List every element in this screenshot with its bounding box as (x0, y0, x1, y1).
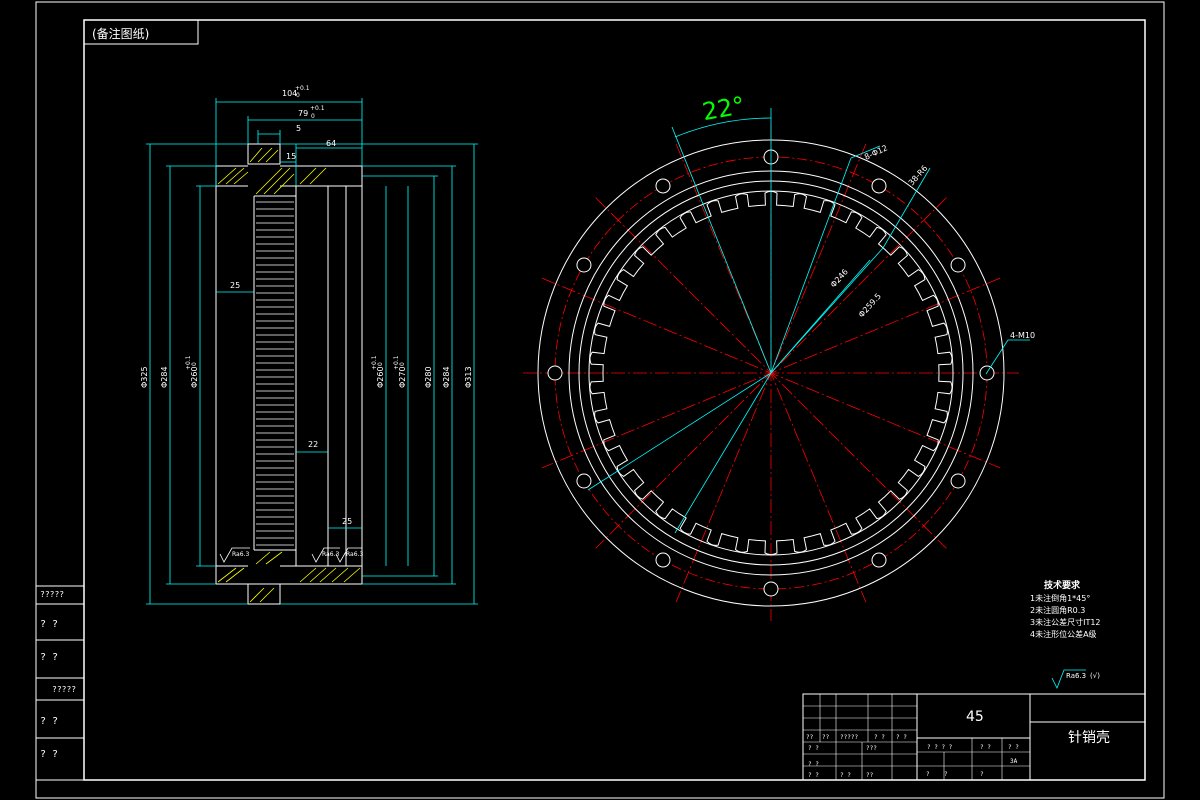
dim-5: 5 (296, 124, 301, 133)
side-label-2: ? ? (40, 619, 58, 630)
svg-text:0: 0 (311, 113, 315, 120)
material-label: 45 (966, 709, 984, 725)
roughness-3: Ra6.3 (346, 551, 363, 558)
cad-drawing: (备注图纸) ????? ? ? ? ? ????? ? ? ? ? 104 +… (35, 1, 1165, 799)
tb-cell-18: 3A (1010, 758, 1018, 765)
tb-cell-9: ? ? ? ? (927, 744, 953, 751)
tb-cell-17: ? (980, 771, 984, 778)
tb-cell-1: ?? (806, 734, 814, 741)
callout-8-holes: 8-Φ12 (863, 143, 889, 161)
dim-22: 22 (308, 440, 318, 449)
bolt-hole (547, 365, 563, 381)
tb-cell-2: ?? (822, 734, 830, 741)
bolt-hole (576, 473, 592, 489)
tb-cell-13: ? ? (840, 772, 851, 779)
front-view: 22° 8-Φ12 38-R6 Φ246 Φ259.5 4-M10 (523, 91, 1035, 621)
tb-cell-4: ? ? (874, 734, 885, 741)
svg-text:0: 0 (296, 92, 300, 99)
part-name: 针销壳 (1068, 729, 1110, 746)
dim-d313: Φ313 (464, 366, 473, 388)
tb-cell-8: ? ? (808, 761, 819, 768)
callout-d259: Φ259.5 (857, 292, 883, 320)
dim-64: 64 (326, 139, 336, 148)
dim-d325: Φ325 (140, 366, 149, 388)
svg-text:0: 0 (377, 362, 384, 366)
tech-item-4: 4未注形位公差A级 (1030, 629, 1097, 639)
tech-heading: 技术要求 (1044, 579, 1081, 591)
bolt-hole (871, 178, 887, 194)
tech-item-2: 2未注圆角R0.3 (1030, 605, 1085, 615)
svg-text:0: 0 (191, 362, 198, 366)
roughness-1: Ra6.3 (232, 551, 249, 558)
sheet-border (35, 1, 1165, 799)
dim-25-right: 25 (342, 517, 352, 526)
svg-text:+0.1: +0.1 (295, 85, 310, 92)
bolt-hole (576, 257, 592, 273)
technical-requirements: 技术要求 1未注倒角1*45° 2未注圆角R0.3 3未注公差尺寸IT12 4未… (1030, 579, 1101, 689)
tech-item-1: 1未注倒角1*45° (1030, 593, 1090, 603)
tb-cell-10: ? ? (980, 744, 991, 751)
section-view: 104 +0.1 0 79 +0.1 0 5 64 15 25 22 25 Φ3… (140, 85, 478, 605)
bolt-hole (950, 257, 966, 273)
side-label-4: ????? (52, 685, 76, 694)
side-label-5: ? ? (40, 716, 58, 727)
tb-cell-14: ?? (866, 772, 874, 779)
bolt-hole (950, 473, 966, 489)
roughness-2: Ra6.3 (322, 551, 339, 558)
tb-cell-3: ????? (840, 734, 858, 741)
tb-cell-15: ? (926, 771, 930, 778)
top-label: (备注图纸) (92, 26, 149, 41)
bolt-hole (655, 552, 671, 568)
bolt-hole (655, 178, 671, 194)
tb-cell-16: ? (944, 771, 948, 778)
dim-d280: Φ280 (424, 366, 433, 388)
drawing-frame (83, 19, 1146, 781)
angle-label: 22° (700, 91, 747, 126)
roughness-note: Ra6.3 (1066, 672, 1086, 680)
tb-cell-12: ? ? (808, 772, 819, 779)
dim-79: 79 (298, 109, 308, 118)
side-label-6: ? ? (40, 749, 58, 760)
tb-cell-7: ??? (866, 745, 877, 752)
side-label-1: ????? (40, 590, 64, 599)
dim-d284-right: Φ284 (442, 366, 451, 388)
dim-25-left: 25 (230, 281, 240, 290)
tb-cell-6: ? ? (808, 745, 819, 752)
bolt-hole (763, 581, 779, 597)
svg-text:0: 0 (399, 362, 406, 366)
dim-15: 15 (286, 152, 296, 161)
callout-4-m10: 4-M10 (1010, 331, 1035, 340)
roughness-note-extra: (√) (1090, 672, 1100, 680)
dim-d284-left: Φ284 (160, 366, 169, 388)
tb-cell-5: ? ? (896, 734, 907, 741)
tb-cell-11: ? ? (1008, 744, 1019, 751)
tech-item-3: 3未注公差尺寸IT12 (1030, 617, 1101, 627)
bolt-hole (871, 552, 887, 568)
svg-text:+0.1: +0.1 (310, 105, 325, 112)
side-label-3: ? ? (40, 652, 58, 663)
